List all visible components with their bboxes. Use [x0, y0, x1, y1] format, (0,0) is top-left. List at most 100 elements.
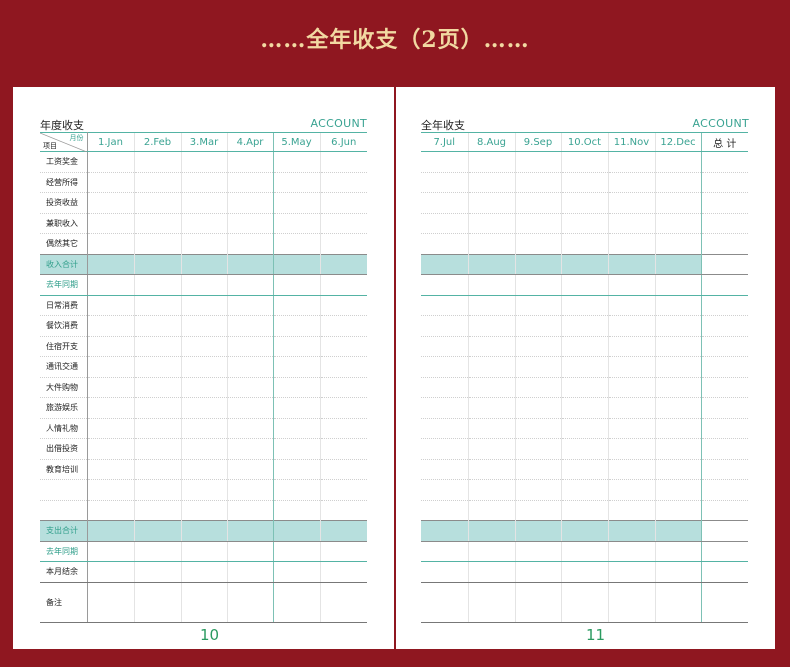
ledger-cell[interactable] [272, 213, 320, 234]
ledger-cell[interactable] [272, 438, 320, 460]
ledger-cell[interactable] [607, 192, 655, 214]
ledger-cell[interactable] [467, 192, 515, 214]
ledger-cell[interactable] [467, 418, 515, 439]
ledger-cell[interactable] [319, 172, 367, 193]
total-cell[interactable] [700, 356, 748, 378]
ledger-cell[interactable] [514, 418, 561, 439]
ledger-cell[interactable] [86, 459, 134, 480]
ledger-cell[interactable] [467, 315, 515, 337]
ledger-cell[interactable] [180, 233, 227, 255]
ledger-cell[interactable] [654, 459, 701, 480]
ledger-cell[interactable] [86, 336, 134, 357]
ledger-cell[interactable] [86, 274, 134, 296]
ledger-cell[interactable] [607, 274, 655, 296]
ledger-cell[interactable] [133, 582, 181, 623]
ledger-cell[interactable] [272, 233, 320, 255]
ledger-cell[interactable] [560, 479, 608, 501]
ledger-cell[interactable] [654, 520, 701, 542]
ledger-cell[interactable] [133, 561, 181, 583]
ledger-cell[interactable] [514, 561, 561, 583]
ledger-cell[interactable] [133, 192, 181, 214]
ledger-cell[interactable] [319, 438, 367, 460]
ledger-cell[interactable] [607, 520, 655, 542]
ledger-cell[interactable] [514, 397, 561, 419]
ledger-cell[interactable] [226, 295, 273, 316]
ledger-cell[interactable] [272, 500, 320, 521]
ledger-cell[interactable] [421, 295, 468, 316]
total-cell[interactable] [700, 397, 748, 419]
ledger-cell[interactable] [133, 459, 181, 480]
ledger-cell[interactable] [180, 418, 227, 439]
ledger-cell[interactable] [133, 418, 181, 439]
ledger-cell[interactable] [180, 561, 227, 583]
ledger-cell[interactable] [226, 233, 273, 255]
ledger-cell[interactable] [272, 479, 320, 501]
ledger-cell[interactable] [86, 356, 134, 378]
ledger-cell[interactable] [560, 336, 608, 357]
ledger-cell[interactable] [654, 274, 701, 296]
ledger-cell[interactable] [272, 151, 320, 173]
ledger-cell[interactable] [607, 377, 655, 398]
ledger-cell[interactable] [607, 336, 655, 357]
ledger-cell[interactable] [272, 459, 320, 480]
ledger-cell[interactable] [180, 500, 227, 521]
ledger-cell[interactable] [226, 438, 273, 460]
ledger-cell[interactable] [319, 213, 367, 234]
total-cell[interactable] [700, 459, 748, 480]
ledger-cell[interactable] [654, 541, 701, 562]
ledger-cell[interactable] [607, 315, 655, 337]
ledger-cell[interactable] [180, 377, 227, 398]
total-cell[interactable] [700, 315, 748, 337]
ledger-cell[interactable] [654, 438, 701, 460]
ledger-cell[interactable] [133, 541, 181, 562]
ledger-cell[interactable] [180, 520, 227, 542]
ledger-cell[interactable] [560, 582, 608, 623]
ledger-cell[interactable] [467, 582, 515, 623]
ledger-cell[interactable] [272, 192, 320, 214]
ledger-cell[interactable] [654, 377, 701, 398]
ledger-cell[interactable] [180, 459, 227, 480]
ledger-cell[interactable] [133, 274, 181, 296]
ledger-cell[interactable] [560, 438, 608, 460]
ledger-cell[interactable] [654, 582, 701, 623]
ledger-cell[interactable] [607, 356, 655, 378]
ledger-cell[interactable] [133, 151, 181, 173]
ledger-cell[interactable] [467, 295, 515, 316]
ledger-cell[interactable] [226, 541, 273, 562]
ledger-cell[interactable] [86, 479, 134, 501]
ledger-cell[interactable] [560, 315, 608, 337]
ledger-cell[interactable] [272, 336, 320, 357]
ledger-cell[interactable] [133, 315, 181, 337]
ledger-cell[interactable] [133, 172, 181, 193]
total-cell[interactable] [700, 336, 748, 357]
total-cell[interactable] [700, 582, 748, 623]
ledger-cell[interactable] [272, 274, 320, 296]
ledger-cell[interactable] [180, 274, 227, 296]
total-cell[interactable] [700, 233, 748, 255]
ledger-cell[interactable] [421, 377, 468, 398]
ledger-cell[interactable] [272, 295, 320, 316]
ledger-cell[interactable] [319, 315, 367, 337]
ledger-cell[interactable] [86, 295, 134, 316]
ledger-cell[interactable] [607, 397, 655, 419]
ledger-cell[interactable] [514, 438, 561, 460]
ledger-cell[interactable] [514, 377, 561, 398]
ledger-cell[interactable] [607, 172, 655, 193]
ledger-cell[interactable] [226, 213, 273, 234]
ledger-cell[interactable] [560, 541, 608, 562]
ledger-cell[interactable] [514, 192, 561, 214]
ledger-cell[interactable] [421, 520, 468, 542]
ledger-cell[interactable] [654, 336, 701, 357]
ledger-cell[interactable] [560, 397, 608, 419]
ledger-cell[interactable] [654, 213, 701, 234]
ledger-cell[interactable] [607, 253, 655, 275]
ledger-cell[interactable] [467, 274, 515, 296]
total-cell[interactable] [700, 561, 748, 583]
ledger-cell[interactable] [421, 418, 468, 439]
ledger-cell[interactable] [226, 253, 273, 275]
ledger-cell[interactable] [226, 397, 273, 419]
total-cell[interactable] [700, 520, 748, 542]
ledger-cell[interactable] [319, 151, 367, 173]
ledger-cell[interactable] [560, 151, 608, 173]
ledger-cell[interactable] [180, 438, 227, 460]
